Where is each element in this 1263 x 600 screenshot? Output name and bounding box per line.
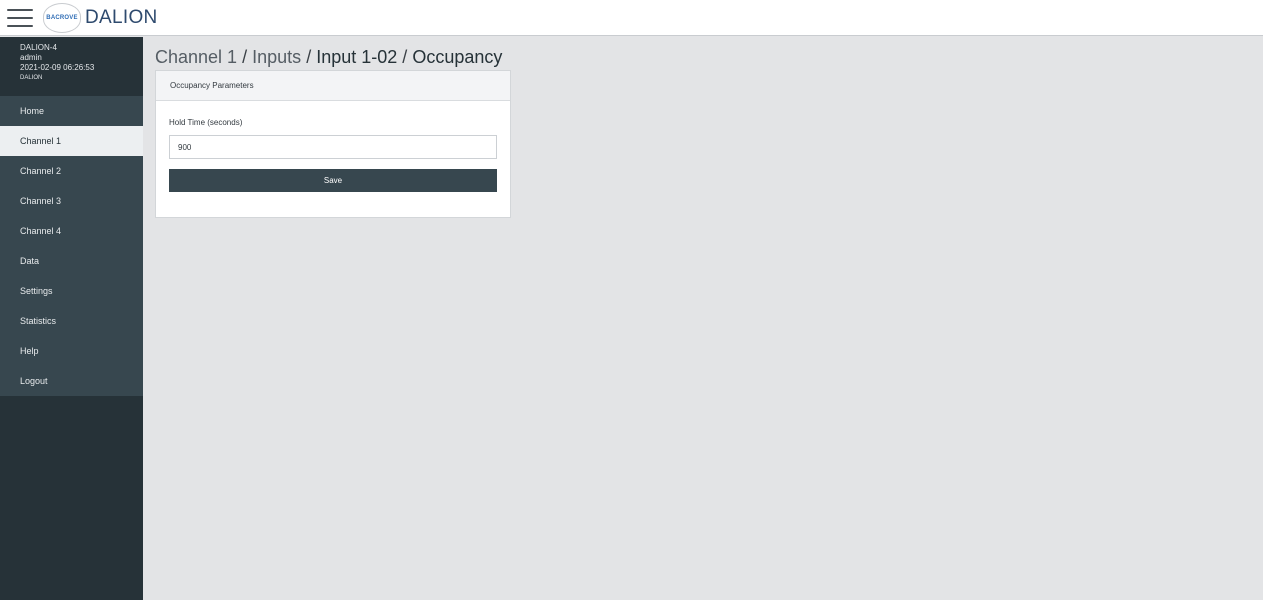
user-info: DALION-4 admin 2021-02-09 06:26:53 DALIO…	[0, 37, 143, 96]
breadcrumb-inputs[interactable]: Inputs	[252, 47, 301, 67]
app-title: DALION	[85, 6, 158, 28]
datetime: 2021-02-09 06:26:53	[20, 63, 95, 72]
sidebar-item-channel-2[interactable]: Channel 2	[0, 156, 143, 186]
sidebar: DALION-4 admin 2021-02-09 06:26:53 DALIO…	[0, 37, 143, 600]
hold-time-input[interactable]	[169, 135, 497, 159]
sidebar-item-channel-1[interactable]: Channel 1	[0, 126, 143, 156]
sidebar-item-help[interactable]: Help	[0, 336, 143, 366]
card-title: Occupancy Parameters	[156, 71, 510, 101]
logo-text: BACROVE	[46, 14, 78, 21]
breadcrumb-current-page: Occupancy	[412, 47, 503, 67]
sidebar-item-channel-4[interactable]: Channel 4	[0, 216, 143, 246]
sidebar-item-statistics[interactable]: Statistics	[0, 306, 143, 336]
sidebar-item-channel-3[interactable]: Channel 3	[0, 186, 143, 216]
product-name: DALION	[20, 75, 43, 81]
main-content: Channel 1 / Inputs / Input 1-02 / Occupa…	[155, 45, 511, 218]
card-body: Hold Time (seconds) Save	[156, 101, 510, 192]
top-bar: BACROVE DALION	[0, 0, 1263, 36]
brand[interactable]: BACROVE DALION	[43, 2, 158, 33]
save-button[interactable]: Save	[169, 169, 497, 192]
device-name: DALION-4	[20, 43, 57, 52]
occupancy-parameters-card: Occupancy Parameters Hold Time (seconds)…	[155, 70, 511, 218]
breadcrumb: Channel 1 / Inputs / Input 1-02 / Occupa…	[155, 45, 502, 69]
sidebar-item-home[interactable]: Home	[0, 96, 143, 126]
breadcrumb-separator: /	[242, 47, 248, 67]
breadcrumb-separator: /	[306, 47, 312, 67]
username: admin	[20, 53, 42, 62]
sidebar-item-settings[interactable]: Settings	[0, 276, 143, 306]
sidebar-nav: Home Channel 1 Channel 2 Channel 3 Chann…	[0, 96, 143, 396]
hold-time-label: Hold Time (seconds)	[169, 118, 243, 127]
sidebar-item-logout[interactable]: Logout	[0, 366, 143, 396]
bacrove-logo: BACROVE	[43, 2, 81, 33]
sidebar-item-data[interactable]: Data	[0, 246, 143, 276]
breadcrumb-channel[interactable]: Channel 1	[155, 47, 237, 67]
hamburger-menu-icon[interactable]	[7, 8, 33, 27]
breadcrumb-input: Input 1-02	[316, 47, 398, 67]
breadcrumb-separator: /	[402, 47, 408, 67]
